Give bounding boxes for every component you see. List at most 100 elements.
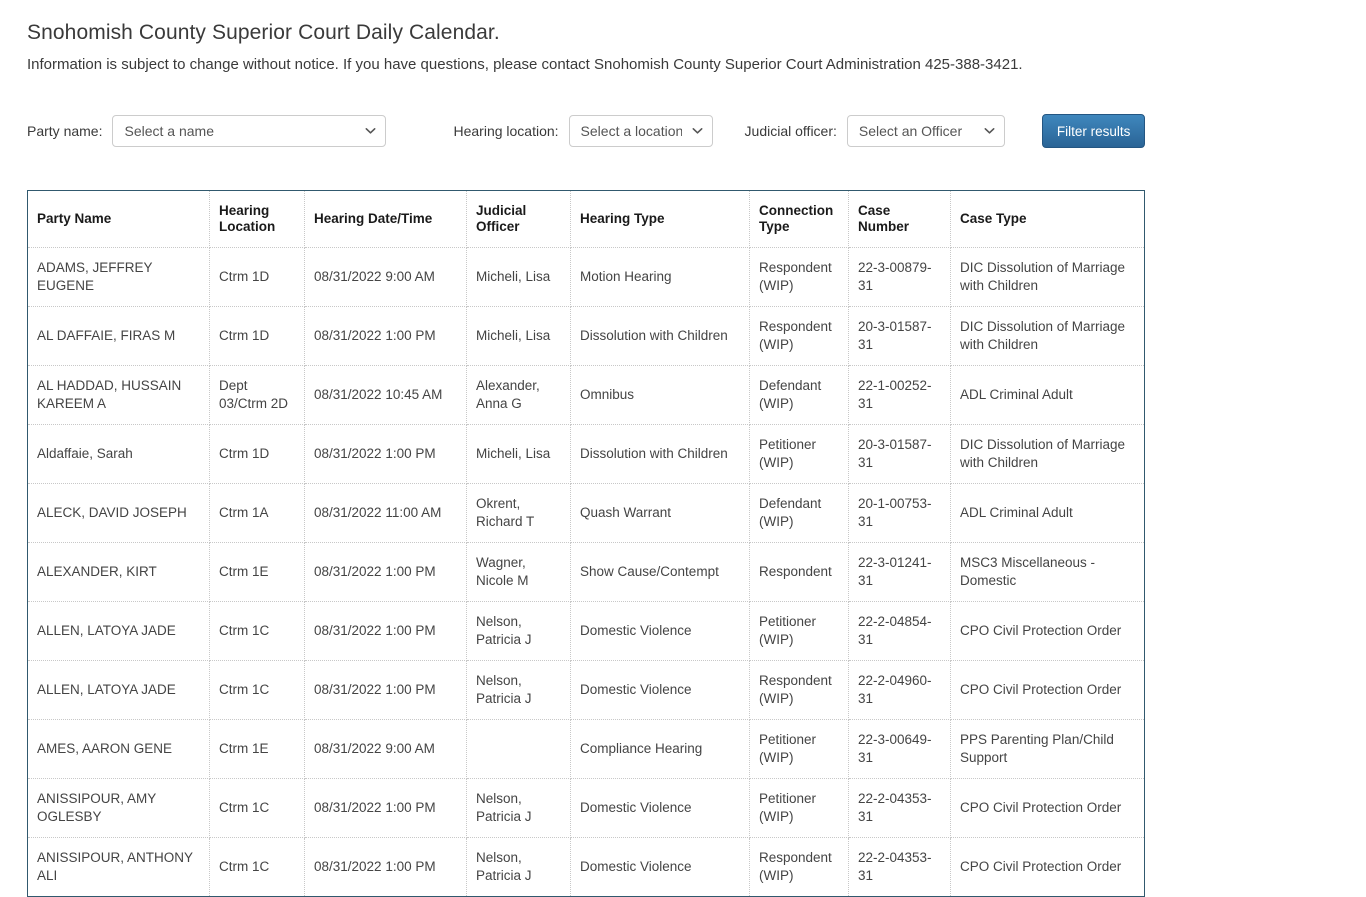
cell-hearing-datetime: 08/31/2022 1:00 PM bbox=[304, 601, 467, 661]
cell-judicial-officer: Micheli, Lisa bbox=[466, 306, 571, 366]
cell-connection-type: Respondent (WIP) bbox=[749, 306, 849, 366]
cell-hearing-type: Motion Hearing bbox=[570, 247, 750, 307]
table-row[interactable]: ANISSIPOUR, AMY OGLESBY Ctrm 1C 08/31/2022… bbox=[27, 778, 1145, 838]
filter-bar: Party name: Select a name Hearing locati… bbox=[27, 114, 1366, 148]
cell-connection-type: Respondent (WIP) bbox=[749, 247, 849, 307]
cell-hearing-location: Ctrm 1A bbox=[209, 483, 305, 543]
party-name-label: Party name: bbox=[27, 123, 103, 139]
cell-hearing-location: Ctrm 1D bbox=[209, 247, 305, 307]
cell-case-type: CPO Civil Protection Order bbox=[950, 660, 1145, 720]
cell-case-number: 22-3-00879-31 bbox=[848, 247, 951, 307]
table-row[interactable]: Aldaffaie, Sarah Ctrm 1D 08/31/2022 1:00 P… bbox=[27, 424, 1145, 484]
cell-judicial-officer: Nelson, Patricia J bbox=[466, 778, 571, 838]
cell-case-number: 22-3-00649-31 bbox=[848, 719, 951, 779]
filter-results-button[interactable]: Filter results bbox=[1041, 114, 1146, 148]
cell-hearing-type: Domestic Violence bbox=[570, 837, 750, 897]
cell-hearing-type: Quash Warrant bbox=[570, 483, 750, 543]
cell-hearing-datetime: 08/31/2022 1:00 PM bbox=[304, 660, 467, 720]
cell-connection-type: Petitioner (WIP) bbox=[749, 601, 849, 661]
table-row[interactable]: ADAMS, JEFFREY EUGENE Ctrm 1D 08/31/2022 9… bbox=[27, 247, 1145, 307]
table-row[interactable]: ALLEN, LATOYA JADE Ctrm 1C 08/31/2022 1:00… bbox=[27, 601, 1145, 661]
judicial-officer-label: Judicial officer: bbox=[744, 123, 837, 139]
cell-hearing-location: Ctrm 1C bbox=[209, 601, 305, 661]
hearing-location-select[interactable]: Select a location bbox=[568, 115, 713, 147]
cell-hearing-type: Show Cause/Contempt bbox=[570, 542, 750, 602]
cell-hearing-datetime: 08/31/2022 10:45 AM bbox=[304, 365, 467, 425]
cell-party-name: ANISSIPOUR, AMY OGLESBY bbox=[27, 778, 210, 838]
cell-hearing-location: Ctrm 1D bbox=[209, 424, 305, 484]
table-header-row: Party Name Hearing Location Hearing Date… bbox=[27, 190, 1145, 248]
table-row[interactable]: ANISSIPOUR, ANTHONY ALI Ctrm 1C 08/31/2022… bbox=[27, 837, 1145, 897]
table-row[interactable]: ALECK, DAVID JOSEPH Ctrm 1A 08/31/2022 11:… bbox=[27, 483, 1145, 543]
cell-hearing-datetime: 08/31/2022 1:00 PM bbox=[304, 306, 467, 366]
cell-hearing-location: Ctrm 1E bbox=[209, 719, 305, 779]
table-row[interactable]: ALLEN, LATOYA JADE Ctrm 1C 08/31/2022 1:00… bbox=[27, 660, 1145, 720]
cell-connection-type: Respondent (WIP) bbox=[749, 660, 849, 720]
cell-case-number: 20-3-01587-31 bbox=[848, 424, 951, 484]
cell-case-number: 22-2-04353-31 bbox=[848, 778, 951, 838]
cell-case-type: PPS Parenting Plan/Child Support bbox=[950, 719, 1145, 779]
cell-judicial-officer: Nelson, Patricia J bbox=[466, 660, 571, 720]
table-row[interactable]: AL DAFFAIE, FIRAS M Ctrm 1D 08/31/2022 1:0… bbox=[27, 306, 1145, 366]
cell-party-name: AMES, AARON GENE bbox=[27, 719, 210, 779]
cell-hearing-location: Ctrm 1C bbox=[209, 660, 305, 720]
column-header-case-type[interactable]: Case Type bbox=[950, 190, 1145, 248]
cell-party-name: ADAMS, JEFFREY EUGENE bbox=[27, 247, 210, 307]
cell-case-number: 20-3-01587-31 bbox=[848, 306, 951, 366]
table-body: ADAMS, JEFFREY EUGENE Ctrm 1D 08/31/2022 9… bbox=[27, 247, 1145, 897]
cell-party-name: ANISSIPOUR, ANTHONY ALI bbox=[27, 837, 210, 897]
cell-party-name: Aldaffaie, Sarah bbox=[27, 424, 210, 484]
cell-judicial-officer: Nelson, Patricia J bbox=[466, 837, 571, 897]
cell-hearing-location: Dept 03/Ctrm 2D bbox=[209, 365, 305, 425]
column-header-hearing-type[interactable]: Hearing Type bbox=[570, 190, 750, 248]
cell-case-type: DIC Dissolution of Marriage with Childre… bbox=[950, 247, 1145, 307]
party-name-filter: Party name: Select a name bbox=[27, 115, 387, 147]
judicial-officer-filter: Judicial officer: Select an Officer bbox=[745, 115, 1005, 147]
party-name-select[interactable]: Select a name bbox=[112, 115, 387, 147]
cell-case-type: DIC Dissolution of Marriage with Childre… bbox=[950, 424, 1145, 484]
cell-hearing-type: Domestic Violence bbox=[570, 660, 750, 720]
cell-case-type: CPO Civil Protection Order bbox=[950, 837, 1145, 897]
column-header-judicial-officer[interactable]: Judicial Officer bbox=[466, 190, 571, 248]
cell-hearing-type: Domestic Violence bbox=[570, 601, 750, 661]
cell-party-name: ALLEN, LATOYA JADE bbox=[27, 601, 210, 661]
judicial-officer-select-wrap: Select an Officer bbox=[846, 115, 1005, 147]
cell-connection-type: Petitioner (WIP) bbox=[749, 719, 849, 779]
table-row[interactable]: ALEXANDER, KIRT Ctrm 1E 08/31/2022 1:00 PM… bbox=[27, 542, 1145, 602]
judicial-officer-select[interactable]: Select an Officer bbox=[846, 115, 1005, 147]
column-header-party-name[interactable]: Party Name bbox=[27, 190, 210, 248]
cell-hearing-datetime: 08/31/2022 1:00 PM bbox=[304, 424, 467, 484]
column-header-connection-type[interactable]: Connection Type bbox=[749, 190, 849, 248]
cell-hearing-datetime: 08/31/2022 9:00 AM bbox=[304, 247, 467, 307]
cell-hearing-datetime: 08/31/2022 1:00 PM bbox=[304, 542, 467, 602]
cell-case-number: 22-2-04353-31 bbox=[848, 837, 951, 897]
cell-case-number: 22-2-04960-31 bbox=[848, 660, 951, 720]
table-row[interactable]: AMES, AARON GENE Ctrm 1E 08/31/2022 9:00 A… bbox=[27, 719, 1145, 779]
cell-party-name: ALLEN, LATOYA JADE bbox=[27, 660, 210, 720]
cell-case-number: 22-2-04854-31 bbox=[848, 601, 951, 661]
cell-judicial-officer: Nelson, Patricia J bbox=[466, 601, 571, 661]
cell-case-number: 20-1-00753-31 bbox=[848, 483, 951, 543]
cell-hearing-datetime: 08/31/2022 11:00 AM bbox=[304, 483, 467, 543]
cell-case-type: CPO Civil Protection Order bbox=[950, 778, 1145, 838]
column-header-case-number[interactable]: Case Number bbox=[848, 190, 951, 248]
cell-party-name: ALEXANDER, KIRT bbox=[27, 542, 210, 602]
cell-party-name: AL HADDAD, HUSSAIN KAREEM A bbox=[27, 365, 210, 425]
cell-party-name: ALECK, DAVID JOSEPH bbox=[27, 483, 210, 543]
table-row[interactable]: AL HADDAD, HUSSAIN KAREEM A Dept 03/Ctrm … bbox=[27, 365, 1145, 425]
cell-connection-type: Defendant (WIP) bbox=[749, 483, 849, 543]
cell-hearing-type: Compliance Hearing bbox=[570, 719, 750, 779]
cell-connection-type: Petitioner (WIP) bbox=[749, 778, 849, 838]
cell-judicial-officer: Micheli, Lisa bbox=[466, 247, 571, 307]
cell-case-type: CPO Civil Protection Order bbox=[950, 601, 1145, 661]
calendar-table-container: Party Name Hearing Location Hearing Date… bbox=[27, 190, 1145, 897]
cell-judicial-officer: Wagner, Nicole M bbox=[466, 542, 571, 602]
column-header-hearing-location[interactable]: Hearing Location bbox=[209, 190, 305, 248]
cell-case-type: ADL Criminal Adult bbox=[950, 483, 1145, 543]
column-header-hearing-datetime[interactable]: Hearing Date/Time bbox=[304, 190, 467, 248]
cell-judicial-officer bbox=[466, 719, 571, 779]
cell-hearing-type: Omnibus bbox=[570, 365, 750, 425]
cell-hearing-type: Domestic Violence bbox=[570, 778, 750, 838]
cell-case-type: DIC Dissolution of Marriage with Childre… bbox=[950, 306, 1145, 366]
cell-case-number: 22-3-01241-31 bbox=[848, 542, 951, 602]
